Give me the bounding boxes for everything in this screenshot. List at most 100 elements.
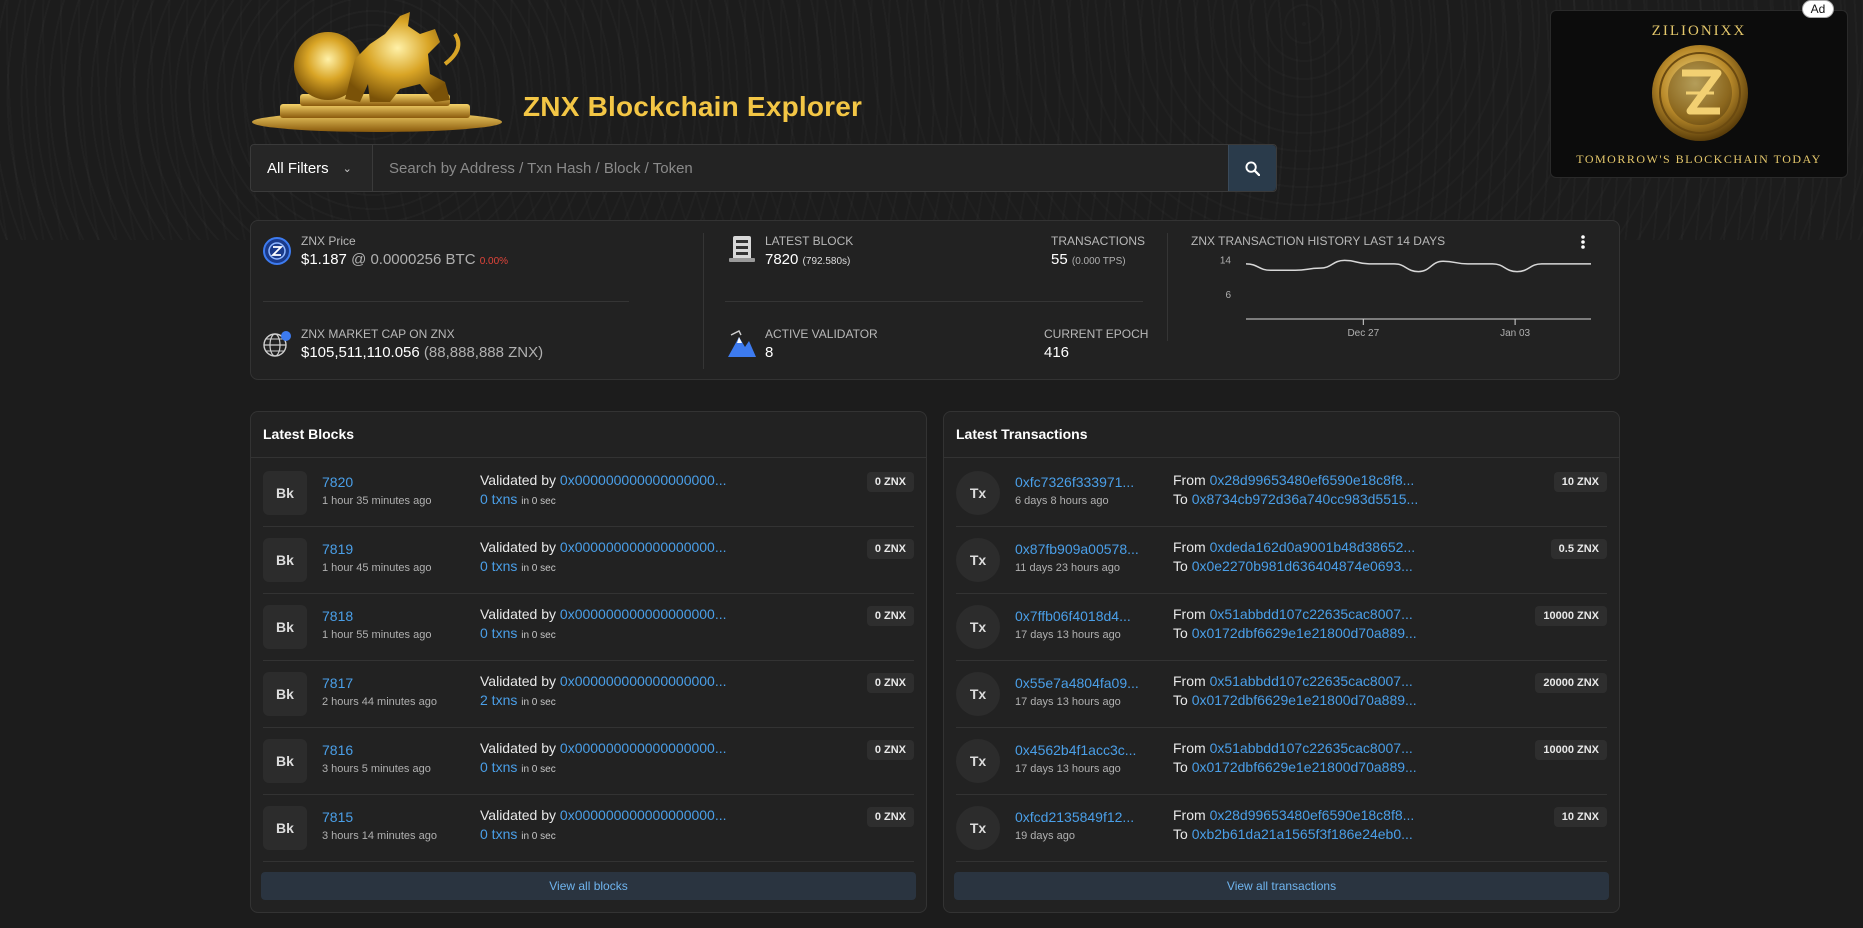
validated-label: Validated by bbox=[480, 606, 557, 622]
transaction-icon: Tx bbox=[956, 739, 1000, 783]
tx-hash-link[interactable]: 0x4562b4f1acc3c... bbox=[1015, 742, 1136, 758]
search-bar: All Filters ⌄ bbox=[250, 144, 1277, 192]
validator-address-link[interactable]: 0x000000000000000000... bbox=[560, 472, 727, 488]
tx-to: To 0x8734cb972d36a740cc983d5515... bbox=[1173, 491, 1418, 507]
tx-amount-badge: 10 ZNX bbox=[1553, 807, 1607, 827]
from-address-link[interactable]: 0x51abbdd107c22635cac8007... bbox=[1210, 673, 1413, 689]
validator-address-link[interactable]: 0x000000000000000000... bbox=[560, 539, 727, 555]
ad-brand: ZILIONIXX bbox=[1651, 23, 1747, 39]
validator-address-link[interactable]: 0x000000000000000000... bbox=[560, 606, 727, 622]
transaction-icon: Tx bbox=[956, 806, 1000, 850]
block-number-link[interactable]: 7819 bbox=[322, 541, 353, 557]
to-address-link[interactable]: 0x0172dbf6629e1e21800d70a889... bbox=[1192, 625, 1417, 641]
validator-label: ACTIVE VALIDATOR bbox=[765, 327, 878, 341]
validated-label: Validated by bbox=[480, 673, 557, 689]
block-time: in 0 sec bbox=[521, 496, 556, 507]
search-button[interactable] bbox=[1228, 145, 1276, 191]
epoch-value: 416 bbox=[1044, 344, 1070, 361]
block-time: in 0 sec bbox=[521, 764, 556, 775]
from-address-link[interactable]: 0xdeda162d0a9001b48d38652... bbox=[1210, 539, 1416, 555]
block-row: Bk 7816 3 hours 5 minutes ago Validated by … bbox=[263, 728, 914, 795]
to-address-link[interactable]: 0x0172dbf6629e1e21800d70a889... bbox=[1192, 759, 1417, 775]
tx-from: From 0x51abbdd107c22635cac8007... bbox=[1173, 740, 1413, 756]
tx-hash-link[interactable]: 0x87fb909a00578... bbox=[1015, 541, 1139, 557]
block-reward-badge: 0 ZNX bbox=[866, 472, 914, 492]
block-number-link[interactable]: 7816 bbox=[322, 742, 353, 758]
block-time: in 0 sec bbox=[521, 630, 556, 641]
block-number-link[interactable]: 7817 bbox=[322, 675, 353, 691]
stats-card: ZNX Price $1.187 @ 0.0000256 BTC 0.00% Z… bbox=[250, 220, 1620, 380]
mountain-icon bbox=[728, 330, 756, 357]
from-label: From bbox=[1173, 472, 1206, 488]
from-address-link[interactable]: 0x51abbdd107c22635cac8007... bbox=[1210, 740, 1413, 756]
tx-age: 17 days 13 hours ago bbox=[1015, 763, 1121, 775]
y-tick-label: 6 bbox=[1225, 290, 1231, 301]
transaction-icon: Tx bbox=[956, 471, 1000, 515]
validated-by: Validated by 0x000000000000000000... bbox=[480, 673, 727, 689]
txns-link[interactable]: 0 txns bbox=[480, 558, 517, 574]
marketcap-stat: ZNX MARKET CAP ON ZNX $105,511,110.056 (… bbox=[301, 327, 543, 361]
to-address-link[interactable]: 0x8734cb972d36a740cc983d5515... bbox=[1192, 491, 1419, 507]
transactions-value: 55 bbox=[1051, 251, 1068, 268]
view-all-blocks-button[interactable]: View all blocks bbox=[261, 872, 916, 900]
ad-tagline: TOMORROW'S BLOCKCHAIN TODAY bbox=[1576, 152, 1822, 166]
ad-badge: Ad bbox=[1802, 0, 1834, 18]
txns-link[interactable]: 0 txns bbox=[480, 826, 517, 842]
from-address-link[interactable]: 0x28d99653480ef6590e18c8f8... bbox=[1210, 807, 1415, 823]
to-address-link[interactable]: 0xb2b61da21a1565f3f186e24eb0... bbox=[1192, 826, 1413, 842]
block-icon: Bk bbox=[263, 672, 307, 716]
x-tick-label: Dec 27 bbox=[1347, 328, 1379, 339]
page-header: ZNX Blockchain Explorer All Filters ⌄ ZI… bbox=[250, 0, 1848, 200]
divider bbox=[944, 457, 1619, 458]
tx-age: 17 days 13 hours ago bbox=[1015, 629, 1121, 641]
transaction-history-chart: 14 6 Dec 27 Jan 03 bbox=[1220, 256, 1591, 339]
tx-hash-link[interactable]: 0x7ffb06f4018d4... bbox=[1015, 608, 1131, 624]
block-reward-badge: 0 ZNX bbox=[866, 539, 914, 559]
from-address-link[interactable]: 0x28d99653480ef6590e18c8f8... bbox=[1210, 472, 1415, 488]
view-all-transactions-button[interactable]: View all transactions bbox=[954, 872, 1609, 900]
txns-link[interactable]: 0 txns bbox=[480, 759, 517, 775]
validated-by: Validated by 0x000000000000000000... bbox=[480, 472, 727, 488]
from-label: From bbox=[1173, 606, 1206, 622]
validator-address-link[interactable]: 0x000000000000000000... bbox=[560, 673, 727, 689]
to-address-link[interactable]: 0x0e2270b981d636404874e0693... bbox=[1192, 558, 1413, 574]
transactions-stat: TRANSACTIONS 55 (0.000 TPS) bbox=[1051, 234, 1145, 268]
validator-address-link[interactable]: 0x000000000000000000... bbox=[560, 807, 727, 823]
txns-link[interactable]: 0 txns bbox=[480, 491, 517, 507]
advertisement-banner[interactable]: ZILIONIXX TOMORROW'S BLOCKCHAIN TODAY bbox=[1550, 10, 1848, 178]
filter-label: All Filters bbox=[267, 159, 329, 177]
to-address-link[interactable]: 0x0172dbf6629e1e21800d70a889... bbox=[1192, 692, 1417, 708]
filter-dropdown[interactable]: All Filters ⌄ bbox=[251, 145, 373, 191]
divider bbox=[703, 233, 704, 369]
to-label: To bbox=[1173, 558, 1188, 574]
marketcap-supply: (88,888,888 ZNX) bbox=[423, 344, 544, 361]
transaction-row: Tx 0xfcd2135849f12... 19 days ago From 0x28… bbox=[956, 795, 1607, 862]
tx-age: 17 days 13 hours ago bbox=[1015, 696, 1121, 708]
block-number-link[interactable]: 7818 bbox=[322, 608, 353, 624]
block-reward-badge: 0 ZNX bbox=[866, 606, 914, 626]
from-address-link[interactable]: 0x51abbdd107c22635cac8007... bbox=[1210, 606, 1413, 622]
block-age: 1 hour 45 minutes ago bbox=[322, 562, 432, 574]
search-input[interactable] bbox=[373, 145, 1228, 191]
tx-hash-link[interactable]: 0x55e7a4804fa09... bbox=[1015, 675, 1139, 691]
block-reward-badge: 0 ZNX bbox=[866, 673, 914, 693]
block-txns: 0 txns in 0 sec bbox=[480, 625, 556, 641]
txns-link[interactable]: 0 txns bbox=[480, 625, 517, 641]
block-number-link[interactable]: 7815 bbox=[322, 809, 353, 825]
transaction-row: Tx 0xfc7326f333971... 6 days 8 hours ago Fr… bbox=[956, 460, 1607, 527]
latest-block-time: (792.580s) bbox=[802, 256, 851, 267]
validator-address-link[interactable]: 0x000000000000000000... bbox=[560, 740, 727, 756]
tx-hash-link[interactable]: 0xfcd2135849f12... bbox=[1015, 809, 1134, 825]
tx-from: From 0xdeda162d0a9001b48d38652... bbox=[1173, 539, 1415, 555]
txns-link[interactable]: 2 txns bbox=[480, 692, 517, 708]
tx-hash-link[interactable]: 0xfc7326f333971... bbox=[1015, 474, 1134, 490]
to-label: To bbox=[1173, 625, 1188, 641]
tx-to: To 0xb2b61da21a1565f3f186e24eb0... bbox=[1173, 826, 1413, 842]
tx-age: 11 days 23 hours ago bbox=[1015, 562, 1120, 574]
divider bbox=[263, 301, 629, 302]
divider bbox=[251, 457, 926, 458]
block-number-link[interactable]: 7820 bbox=[322, 474, 353, 490]
divider bbox=[725, 301, 1143, 302]
validator-stat: ACTIVE VALIDATOR 8 bbox=[765, 327, 878, 361]
validated-by: Validated by 0x000000000000000000... bbox=[480, 539, 727, 555]
